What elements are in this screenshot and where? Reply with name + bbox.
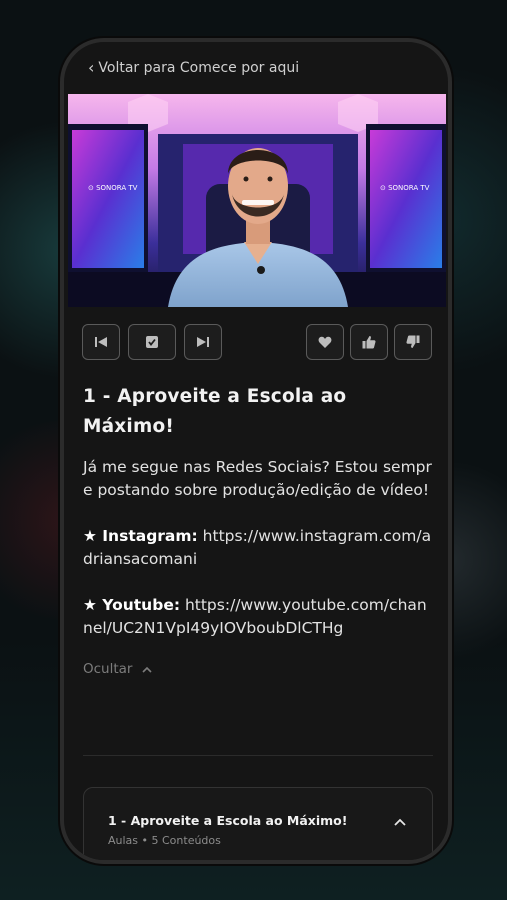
module-card[interactable]: 1 - Aproveite a Escola ao Máximo! Aulas … bbox=[83, 787, 433, 860]
lesson-intro: Já me segue nas Redes Sociais? Estou sem… bbox=[83, 458, 432, 499]
skip-previous-icon bbox=[95, 337, 107, 347]
hide-description-toggle[interactable]: Ocultar bbox=[83, 661, 433, 677]
back-link-label: Voltar para Comece por aqui bbox=[98, 60, 300, 76]
lesson-controls bbox=[82, 324, 432, 364]
mark-complete-button[interactable] bbox=[128, 324, 176, 360]
check-square-icon bbox=[146, 336, 158, 348]
instagram-label: ★ Instagram: bbox=[83, 527, 198, 545]
lesson-content: 1 - Aproveite a Escola ao Máximo! Já me … bbox=[83, 382, 433, 677]
like-button[interactable] bbox=[350, 324, 388, 360]
instagram-line: ★ Instagram: https://www.instagram.com/a… bbox=[83, 525, 433, 571]
screen-brand-left: ⊙ SONORA TV bbox=[88, 184, 138, 192]
module-subtitle: Aulas • 5 Conteúdos bbox=[108, 834, 221, 847]
chevron-up-icon[interactable] bbox=[394, 818, 406, 826]
video-thumbnail: ⊙ SONORA TV ⊙ SONORA TV bbox=[68, 94, 446, 307]
youtube-label: ★ Youtube: bbox=[83, 596, 181, 614]
chevron-left-icon: ‹ bbox=[88, 58, 95, 77]
screen-brand-right: ⊙ SONORA TV bbox=[380, 184, 430, 192]
thumbs-down-icon bbox=[406, 335, 420, 348]
video-player[interactable]: ⊙ SONORA TV ⊙ SONORA TV bbox=[68, 94, 446, 307]
skip-next-icon bbox=[197, 337, 209, 347]
favorite-button[interactable] bbox=[306, 324, 344, 360]
module-title: 1 - Aproveite a Escola ao Máximo! bbox=[108, 813, 348, 828]
youtube-line: ★ Youtube: https://www.youtube.com/chann… bbox=[83, 594, 433, 640]
hide-label: Ocultar bbox=[83, 661, 133, 677]
phone-frame: ‹ Voltar para Comece por aqui ⊙ SONORA T… bbox=[60, 38, 452, 864]
thumbs-up-icon bbox=[362, 336, 376, 349]
lesson-title: 1 - Aproveite a Escola ao Máximo! bbox=[83, 386, 347, 437]
heart-icon bbox=[318, 336, 332, 348]
next-lesson-button[interactable] bbox=[184, 324, 222, 360]
divider bbox=[83, 755, 433, 756]
dislike-button[interactable] bbox=[394, 324, 432, 360]
previous-lesson-button[interactable] bbox=[82, 324, 120, 360]
back-link[interactable]: ‹ Voltar para Comece por aqui bbox=[88, 58, 300, 77]
chevron-up-icon bbox=[142, 666, 153, 673]
